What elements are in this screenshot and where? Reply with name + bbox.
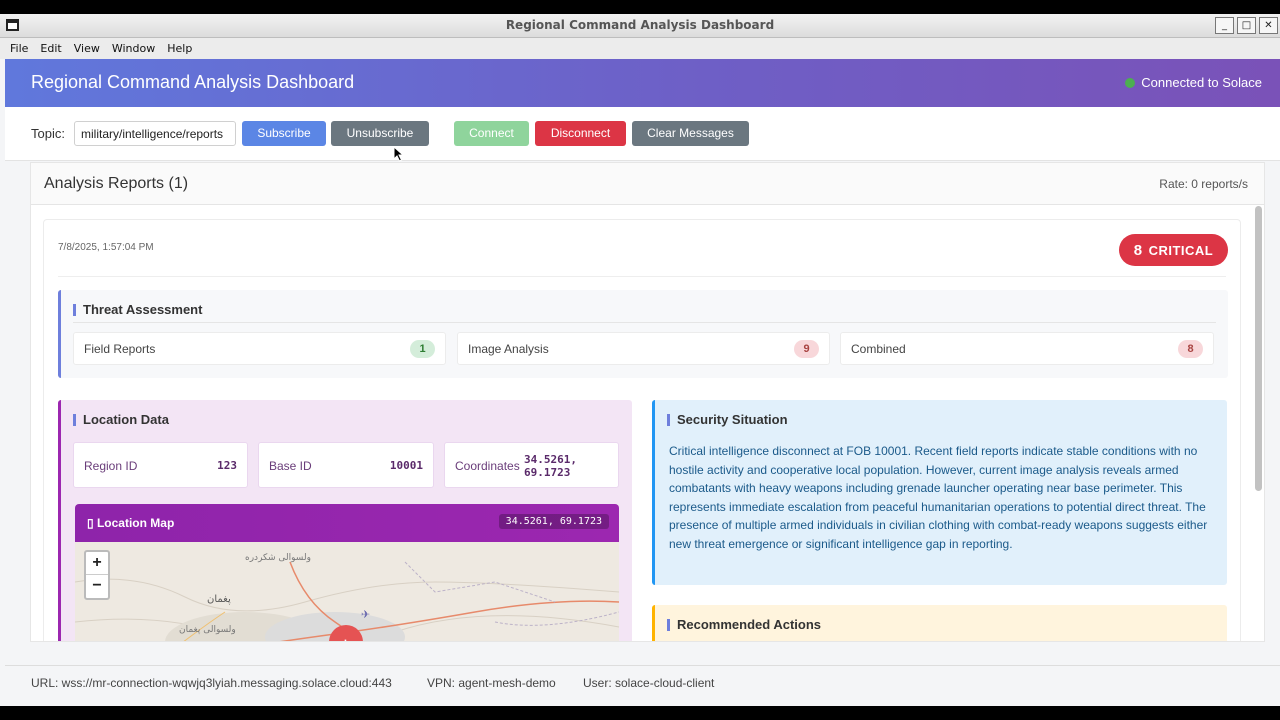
footer-user: User: solace-cloud-client — [583, 676, 715, 690]
threat-item-label: Field Reports — [84, 342, 156, 356]
location-title: Location Data — [83, 412, 169, 427]
severity-label: CRITICAL — [1148, 242, 1214, 258]
location-map[interactable]: ▯ Location Map 34.5261, 69.1723 ولسوالی … — [75, 504, 619, 642]
base-id-label: Base ID — [269, 459, 312, 473]
maximize-icon[interactable]: □ — [1237, 17, 1256, 34]
section-marker-icon — [667, 413, 670, 426]
map-place-label: ولسوالی پغمان — [179, 625, 236, 635]
threat-combined: Combined 8 — [840, 332, 1214, 365]
menu-edit[interactable]: Edit — [34, 42, 67, 55]
menu-file[interactable]: File — [4, 42, 34, 55]
coordinates-label: Coordinates — [455, 459, 520, 473]
window-title: Regional Command Analysis Dashboard — [505, 18, 775, 32]
section-marker-icon — [73, 303, 76, 316]
reports-header: Analysis Reports (1) Rate: 0 reports/s — [31, 163, 1264, 205]
mouse-cursor-icon — [393, 146, 405, 162]
coordinates-lon: 69.1723 — [524, 466, 571, 479]
disconnect-button[interactable]: Disconnect — [535, 121, 626, 146]
footer-vpn: VPN: agent-mesh-demo — [427, 676, 556, 690]
app-window: Regional Command Analysis Dashboard _ □ … — [0, 14, 1280, 706]
threat-item-label: Image Analysis — [468, 342, 549, 356]
subscribe-button[interactable]: Subscribe — [242, 121, 326, 146]
status-text: Connected to Solace — [1141, 75, 1262, 90]
close-icon[interactable]: ✕ — [1259, 17, 1278, 34]
threat-title: Threat Assessment — [83, 302, 203, 317]
connect-button[interactable]: Connect — [454, 121, 529, 146]
map-title: ▯ Location Map — [87, 516, 175, 530]
location-data-section: Location Data Region ID 123 Base ID 1000… — [58, 400, 632, 642]
threat-item-label: Combined — [851, 342, 906, 356]
threat-item-score: 1 — [410, 340, 435, 358]
reports-panel: Analysis Reports (1) Rate: 0 reports/s 7… — [30, 162, 1265, 642]
control-bar: Topic: Subscribe Unsubscribe Connect Dis… — [5, 107, 1280, 161]
unsubscribe-button[interactable]: Unsubscribe — [331, 121, 429, 146]
airport-icon: ✈ — [361, 608, 370, 621]
recommended-title: Recommended Actions — [677, 617, 821, 632]
region-id-label: Region ID — [84, 459, 138, 473]
minimize-icon[interactable]: _ — [1215, 17, 1234, 34]
menu-bar: File Edit View Window Help — [0, 38, 1280, 59]
map-coordinates-badge: 34.5261, 69.1723 — [498, 514, 609, 529]
section-marker-icon — [667, 618, 670, 631]
region-id-value: 123 — [217, 459, 237, 472]
zoom-in-button[interactable]: + — [86, 552, 108, 575]
coordinates-lat: 34.5261, — [524, 453, 577, 466]
divider — [58, 276, 1226, 277]
base-id-value: 10001 — [389, 459, 423, 472]
menu-window[interactable]: Window — [106, 42, 161, 55]
threat-field-reports: Field Reports 1 — [73, 332, 446, 365]
topic-label: Topic: — [31, 126, 65, 141]
map-terrain: ولسوالی شکردره پغمان ولسوالی پغمان ✈ + — [75, 542, 619, 642]
base-id-box: Base ID 10001 — [258, 442, 434, 488]
security-text: Critical intelligence disconnect at FOB … — [669, 444, 1208, 551]
divider — [73, 322, 1216, 323]
coordinates-box: Coordinates 34.5261, 69.1723 — [444, 442, 619, 488]
topic-input[interactable] — [74, 121, 236, 146]
map-zoom-control: + − — [84, 550, 110, 600]
reports-scrollbar[interactable] — [1255, 206, 1262, 491]
menu-view[interactable]: View — [68, 42, 106, 55]
threat-image-analysis: Image Analysis 9 — [457, 332, 830, 365]
report-card: 7/8/2025, 1:57:04 PM 8 CRITICAL Threat A… — [43, 219, 1241, 642]
region-id-box: Region ID 123 — [73, 442, 248, 488]
threat-assessment-section: Threat Assessment Field Reports 1 Image … — [58, 290, 1228, 378]
security-situation-section: Security Situation Critical intelligence… — [652, 400, 1227, 585]
svg-text:+: + — [340, 637, 351, 642]
threat-item-score: 8 — [1178, 340, 1203, 358]
section-marker-icon — [73, 413, 76, 426]
coordinates-value: 34.5261, 69.1723 — [524, 453, 577, 479]
dashboard-header: Regional Command Analysis Dashboard Conn… — [5, 59, 1280, 107]
report-rate: Rate: 0 reports/s — [1159, 177, 1248, 191]
security-title: Security Situation — [677, 412, 788, 427]
page-title: Regional Command Analysis Dashboard — [31, 72, 355, 92]
zoom-out-button[interactable]: − — [86, 575, 108, 598]
map-place-label: ولسوالی شکردره — [245, 553, 311, 563]
report-timestamp: 7/8/2025, 1:57:04 PM — [58, 242, 154, 253]
status-dot-icon — [1125, 77, 1136, 88]
map-tiles[interactable]: ولسوالی شکردره پغمان ولسوالی پغمان ✈ + +… — [75, 542, 619, 642]
severity-score: 8 — [1133, 241, 1143, 259]
clear-messages-button[interactable]: Clear Messages — [632, 121, 749, 146]
title-bar: Regional Command Analysis Dashboard _ □ … — [0, 14, 1280, 38]
recommended-actions-section: Recommended Actions — [652, 605, 1227, 641]
menu-help[interactable]: Help — [161, 42, 198, 55]
reports-title: Analysis Reports (1) — [44, 175, 189, 192]
threat-item-score: 9 — [794, 340, 819, 358]
footer-url: URL: wss://mr-connection-wqwjq3lyiah.mes… — [31, 676, 392, 690]
status-footer: URL: wss://mr-connection-wqwjq3lyiah.mes… — [5, 665, 1280, 700]
connection-status: Connected to Solace — [1125, 75, 1262, 90]
severity-badge: 8 CRITICAL — [1119, 234, 1228, 266]
map-header: ▯ Location Map 34.5261, 69.1723 — [75, 504, 619, 542]
map-place-label: پغمان — [207, 594, 231, 605]
